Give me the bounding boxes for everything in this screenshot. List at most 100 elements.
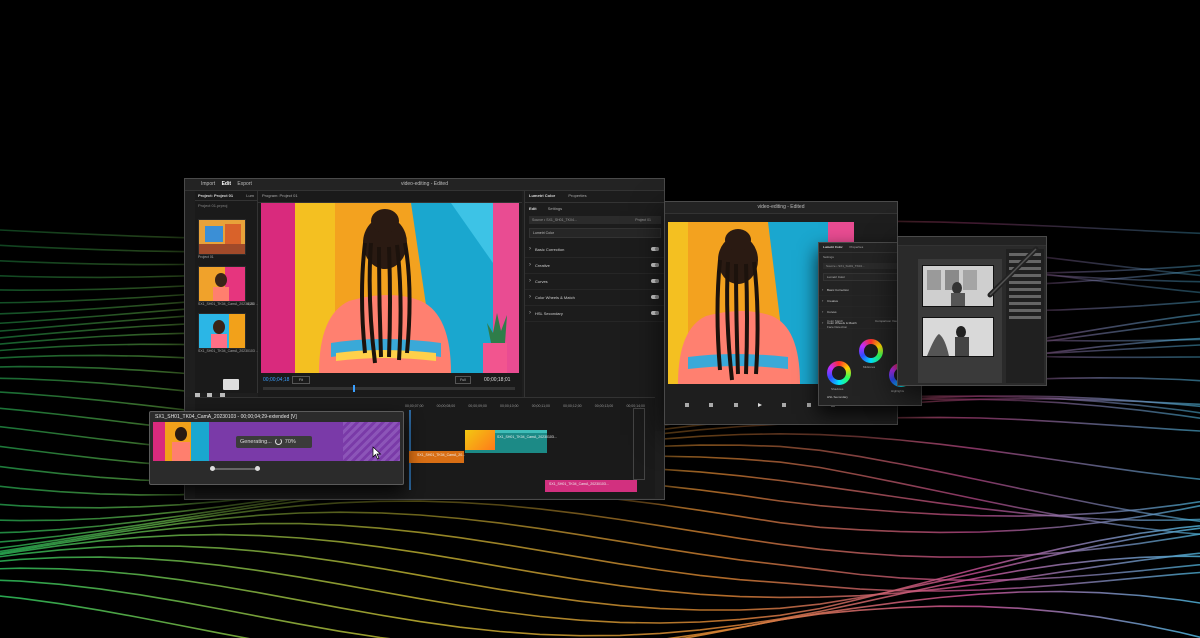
main-titlebar: Import Edit Export video-editing - Edite… bbox=[185, 179, 664, 191]
section-creative[interactable]: Creative bbox=[525, 258, 664, 274]
section-basic-correction[interactable]: Basic Correction bbox=[525, 242, 664, 258]
mark-out-button[interactable] bbox=[709, 403, 714, 407]
section-label: Creative bbox=[535, 263, 550, 268]
section-label: Basic Correction bbox=[827, 288, 850, 292]
tools-bar bbox=[195, 385, 255, 398]
section-toggle[interactable] bbox=[651, 295, 659, 299]
midtones-label: Midtones bbox=[863, 365, 876, 369]
lumetri-source-label: Source • SX1_SH01_TK04... bbox=[532, 218, 577, 222]
wave-line bbox=[0, 595, 1200, 638]
clip-thumbnail-2[interactable] bbox=[198, 266, 246, 302]
section-toggle[interactable] bbox=[651, 247, 659, 251]
program-tab[interactable]: Program: Project 01 bbox=[258, 191, 522, 203]
ruler-tick: 00;00;07;00 bbox=[405, 404, 424, 408]
generating-status: Generating... 70% bbox=[236, 436, 312, 448]
ruler-tick: 00;00;09;00 bbox=[468, 404, 487, 408]
lum-tab[interactable]: Lum bbox=[246, 193, 254, 198]
generating-percent: 70% bbox=[284, 439, 296, 445]
extended-clip-label: SX1_SH01_TK04_CamA_20230103 - 00;00;04;2… bbox=[155, 414, 297, 420]
lumetri-tabs: Lumetri Color Properties bbox=[525, 191, 664, 203]
lumetri-master-select[interactable]: Lumetri Color bbox=[529, 228, 661, 238]
generative-extend-clip[interactable]: SX1_SH01_TK04_CamA_20230103 - 00;00;04;2… bbox=[149, 411, 404, 485]
program-monitor: Program: Project 01 00;00;04;18 Fit Full… bbox=[258, 191, 522, 413]
layer-row[interactable] bbox=[1009, 309, 1041, 312]
clip-name-3: SX1_SH01_TK04_CamA_20230103 ... bbox=[198, 349, 259, 353]
timeline-clip-orange[interactable]: SX1_SH01_TK04_CamA_20... bbox=[409, 451, 466, 463]
popup-properties-tab[interactable]: Properties bbox=[850, 245, 864, 249]
ruler-tick: 00;00;13;00 bbox=[594, 404, 614, 408]
project-tab[interactable]: Project: Project 01 bbox=[198, 193, 233, 198]
mark-in-button[interactable] bbox=[685, 403, 689, 407]
section-toggle[interactable] bbox=[651, 263, 659, 267]
clip-frame-image bbox=[153, 422, 209, 461]
properties-tab[interactable]: Properties bbox=[568, 193, 586, 198]
spinner-icon bbox=[274, 438, 282, 446]
timeline-playhead[interactable] bbox=[409, 410, 411, 490]
zoom-fit-select[interactable]: Fit bbox=[292, 376, 310, 384]
section-label: Color Wheels & Match bbox=[535, 295, 575, 300]
shadows-wheel[interactable] bbox=[827, 361, 851, 385]
settings-subtab[interactable]: Settings bbox=[548, 206, 562, 211]
section-hsl-secondary[interactable]: HSL Secondary bbox=[525, 306, 664, 322]
current-timecode[interactable]: 00;00;04;18 bbox=[263, 377, 289, 383]
clip-thumbnail-3[interactable] bbox=[198, 313, 246, 349]
clip-label: SX1_SH01_TK04_CamA_20230103... bbox=[549, 482, 609, 486]
timeline-clip-thumbnail bbox=[465, 430, 495, 450]
popup-hsl-section[interactable]: HSL Secondary bbox=[827, 395, 848, 399]
edit-subtab[interactable]: Edit bbox=[529, 206, 537, 211]
lumetri-source-select[interactable]: Source • SX1_SH01_TK04... Project 01 bbox=[529, 216, 661, 224]
shadows-label: Shadows bbox=[831, 387, 844, 391]
program-scrubber[interactable] bbox=[263, 385, 515, 392]
ruler-tick: 00;00;12;00 bbox=[563, 404, 582, 408]
lumetri-color-tab[interactable]: Lumetri Color bbox=[529, 193, 555, 198]
playhead[interactable] bbox=[353, 385, 355, 392]
extended-clip-thumbnail bbox=[153, 422, 209, 461]
generating-text: Generating... bbox=[240, 439, 272, 445]
section-curves[interactable]: Curves bbox=[525, 274, 664, 290]
playback-resolution-select[interactable]: Full bbox=[455, 376, 471, 384]
section-label: Curves bbox=[535, 279, 548, 284]
clip-label: SX1_SH01_TK04_CamA_20... bbox=[417, 453, 466, 457]
section-label: Basic Correction bbox=[535, 247, 565, 252]
face-detection-label: Face Detection bbox=[827, 325, 848, 329]
timeline-clip-pink[interactable]: SX1_SH01_TK04_CamA_20230103... bbox=[545, 480, 637, 492]
step-forward-button[interactable] bbox=[782, 403, 787, 407]
section-label: HSL Secondary bbox=[535, 311, 563, 316]
second-window-title: video-editing - Edited bbox=[757, 204, 805, 210]
clip-thumbnail-1[interactable] bbox=[198, 219, 246, 255]
section-label: Curves bbox=[827, 310, 837, 314]
wave-line bbox=[0, 555, 1200, 637]
program-viewer[interactable] bbox=[261, 203, 519, 373]
portrait-thumbnail-image-2 bbox=[199, 314, 245, 348]
second-titlebar: video-editing - Edited bbox=[665, 202, 897, 214]
portrait-thumbnail-image bbox=[199, 267, 245, 301]
comparison-view-label: Comparison View bbox=[875, 319, 899, 323]
section-toggle[interactable] bbox=[651, 279, 659, 283]
play-button[interactable] bbox=[757, 403, 762, 407]
lumetri-color-panel: Lumetri Color Properties Edit Settings S… bbox=[524, 191, 664, 431]
duration-timecode: 00;00;18;01 bbox=[484, 377, 511, 383]
clip-duration-2: 4;20 bbox=[247, 302, 254, 306]
audio-meter bbox=[633, 408, 645, 480]
zoom-slider[interactable] bbox=[210, 466, 260, 471]
ruler-tick: 00;00;11;00 bbox=[531, 404, 550, 408]
midtones-wheel[interactable] bbox=[859, 339, 883, 363]
section-color-wheels[interactable]: Color Wheels & Match bbox=[525, 290, 664, 306]
wave-line bbox=[0, 500, 1200, 558]
stylus-pen-icon bbox=[987, 246, 1039, 298]
project-panel: Project: Project 01 Lum Project 01.prpro… bbox=[195, 191, 259, 393]
color-match-label: Color Match bbox=[827, 319, 844, 323]
project-panel-tabs: Project: Project 01 Lum bbox=[195, 191, 257, 201]
extend-cursor-icon bbox=[372, 446, 382, 460]
insert-button[interactable] bbox=[806, 403, 811, 407]
ruler-tick: 00;00;08;00 bbox=[436, 404, 456, 408]
section-toggle[interactable] bbox=[651, 311, 659, 315]
clip-label: SX1_SH01_TK04_CamA_20230103... bbox=[497, 435, 557, 439]
step-back-button[interactable] bbox=[733, 403, 738, 407]
bw-photo-bottom bbox=[922, 317, 994, 357]
timeline-ruler[interactable]: 00;00;07;00 00;00;08;00 00;00;09;00 00;0… bbox=[405, 404, 645, 410]
highlights-label: Highlights bbox=[891, 389, 905, 393]
layer-row[interactable] bbox=[1009, 316, 1041, 319]
bw-image bbox=[923, 318, 993, 356]
popup-lumetri-tab[interactable]: Lumetri Color bbox=[823, 245, 843, 249]
